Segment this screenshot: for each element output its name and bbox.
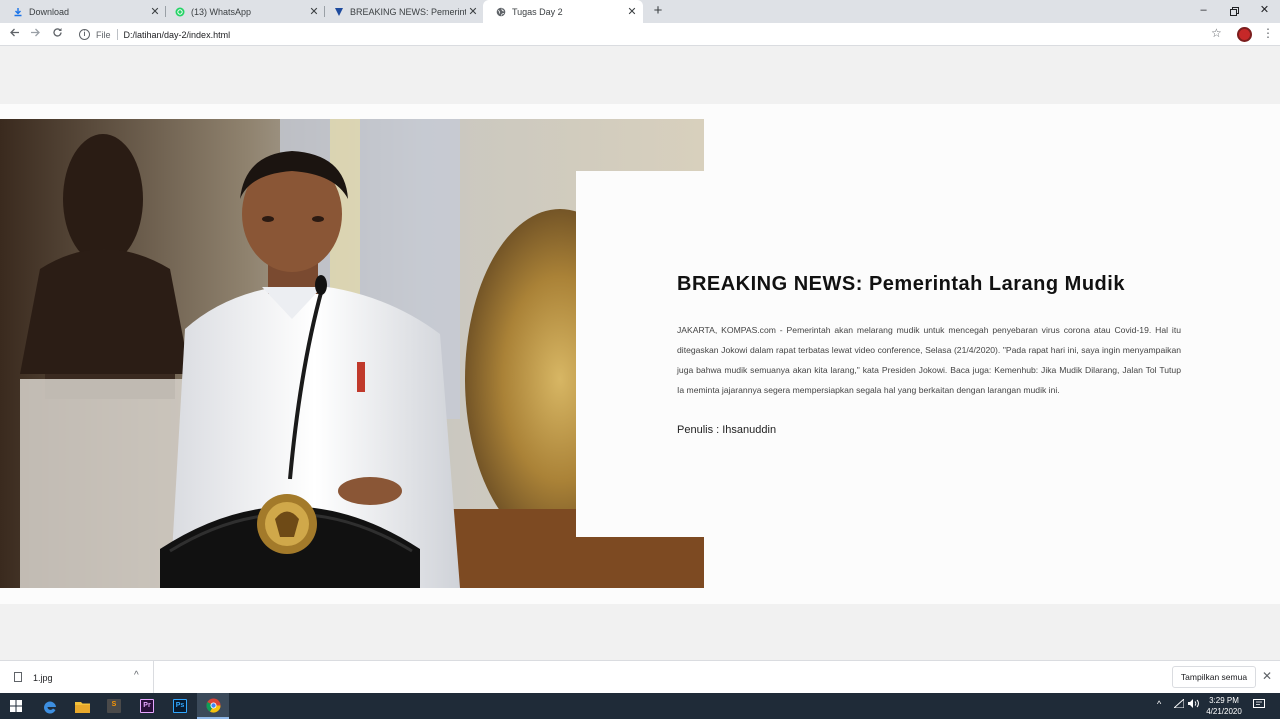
article-body: JAKARTA, KOMPAS.com - Pemerintah akan me…: [677, 325, 1181, 395]
network-icon[interactable]: [1172, 697, 1185, 710]
clock-date: 4/21/2020: [1206, 707, 1242, 716]
download-file-name[interactable]: 1.jpg: [33, 673, 53, 683]
new-tab-button[interactable]: +: [650, 3, 666, 19]
edge-icon[interactable]: [34, 693, 66, 719]
tab-title: Download: [29, 6, 70, 17]
file-explorer-icon[interactable]: [66, 693, 98, 719]
url-protocol: File: [96, 29, 111, 40]
article-headline: BREAKING NEWS: Pemerintah Larang Mudik: [677, 273, 1125, 295]
browser-toolbar: i File D:/latihan/day-2/index.html ☆ ⋮: [0, 23, 1280, 46]
close-shelf-icon[interactable]: ✕: [1262, 669, 1272, 683]
divider: [116, 29, 118, 40]
tab-title: Tugas Day 2: [512, 6, 563, 17]
back-arrow-icon[interactable]: [6, 26, 22, 42]
tab-title: (13) WhatsApp: [191, 6, 252, 17]
tab-tugas-day-2[interactable]: Tugas Day 2 ✕: [483, 0, 643, 23]
restore-button[interactable]: [1219, 0, 1250, 23]
address-bar[interactable]: i File D:/latihan/day-2/index.html: [72, 25, 1232, 44]
bookmark-star-icon[interactable]: ☆: [1211, 26, 1222, 40]
file-icon: [14, 672, 22, 682]
system-clock[interactable]: 3:29 PM 4/21/2020: [1198, 695, 1250, 717]
download-shelf: 1.jpg ^ Tampilkan semua ✕: [0, 660, 1280, 693]
close-tab-icon[interactable]: ✕: [466, 5, 480, 19]
menu-kebab-icon[interactable]: ⋮: [1262, 26, 1274, 40]
chevron-up-icon[interactable]: ^: [1157, 699, 1161, 709]
photoshop-icon[interactable]: Ps: [164, 693, 196, 719]
close-tab-icon[interactable]: ✕: [148, 5, 162, 19]
premiere-pro-icon[interactable]: Pr: [131, 693, 163, 719]
info-icon[interactable]: i: [79, 29, 90, 40]
globe-icon: [496, 7, 506, 17]
tab-strip: Download ✕ (13) WhatsApp ✕ BREAKING NEWS…: [0, 0, 1280, 23]
download-icon: [13, 7, 23, 17]
clock-time: 3:29 PM: [1209, 696, 1239, 705]
chevron-up-icon[interactable]: ^: [134, 670, 139, 681]
article-author: Penulis : Ihsanuddin: [677, 424, 777, 436]
divider: [153, 661, 154, 693]
url-text[interactable]: D:/latihan/day-2/index.html: [124, 30, 231, 40]
notification-icon[interactable]: [1253, 699, 1265, 712]
forward-arrow-icon[interactable]: [27, 26, 43, 42]
reload-icon[interactable]: [49, 26, 65, 42]
windows-start-icon[interactable]: [0, 693, 32, 719]
chrome-icon[interactable]: [197, 693, 229, 719]
tab-download[interactable]: Download ✕: [0, 0, 166, 23]
news-favicon-icon: [334, 7, 344, 17]
show-all-downloads-button[interactable]: Tampilkan semua: [1172, 666, 1256, 688]
tab-title: BREAKING NEWS: Pemerintah La: [350, 6, 466, 17]
tab-whatsapp[interactable]: (13) WhatsApp ✕: [162, 0, 325, 23]
minimize-button[interactable]: –: [1188, 0, 1219, 23]
tab-breaking-news[interactable]: BREAKING NEWS: Pemerintah La ✕: [321, 0, 484, 23]
windows-taskbar: S Pr Ps ^ 3:29 PM 4/21/2020: [0, 693, 1280, 719]
profile-avatar[interactable]: [1237, 27, 1252, 42]
sublime-text-icon[interactable]: S: [98, 693, 130, 719]
close-window-button[interactable]: ✕: [1249, 0, 1280, 23]
whatsapp-icon: [175, 7, 185, 17]
close-tab-icon[interactable]: ✕: [625, 5, 639, 19]
close-tab-icon[interactable]: ✕: [307, 5, 321, 19]
